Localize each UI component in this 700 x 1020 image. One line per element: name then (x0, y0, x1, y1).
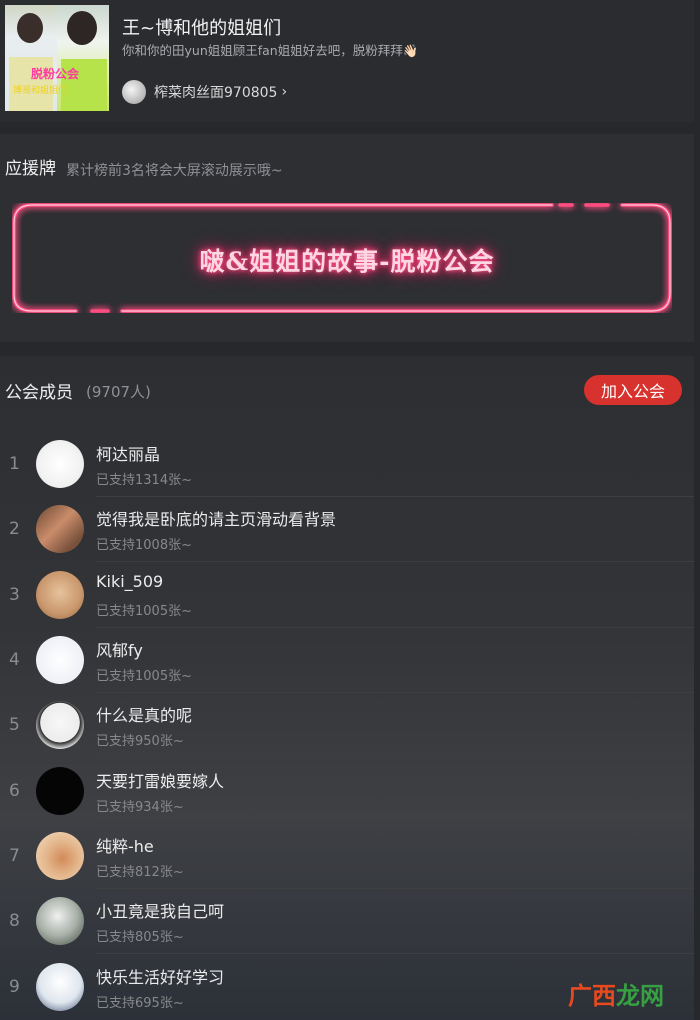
guild-title: 王~博和他的姐姐们 (122, 18, 282, 39)
row-divider (96, 561, 694, 562)
member-support-count: 已支持812张~ (96, 865, 184, 880)
member-rank: 9 (9, 977, 20, 997)
member-rank: 8 (9, 911, 20, 931)
site-watermark: 广西龙网 (568, 976, 664, 1011)
members-title: 公会成员 (5, 383, 73, 403)
member-avatar[interactable] (36, 897, 84, 945)
member-support-count: 已支持1005张~ (96, 669, 192, 684)
member-support-count: 已支持805张~ (96, 930, 184, 945)
cover-logo-subtext: 博哥和姐姐们 (13, 86, 68, 96)
guild-header: 脱粉公会 博哥和姐姐们 王~博和他的姐姐们 你和你的田yun姐姐顾王fan姐姐好… (0, 0, 694, 122)
member-support-count: 已支持1008张~ (96, 538, 192, 553)
watermark-part2: 龙网 (616, 982, 664, 1010)
member-name: 柯达丽晶 (96, 445, 161, 464)
member-rank: 3 (9, 585, 20, 605)
member-name: 天要打雷娘要嫁人 (96, 772, 225, 791)
chevron-right-icon: › (281, 84, 288, 100)
member-row[interactable]: 5 什么是真的呢 已支持950张~ (0, 693, 694, 758)
member-avatar[interactable] (36, 636, 84, 684)
member-row[interactable]: 8 小丑竟是我自己呵 已支持805张~ (0, 889, 694, 954)
member-avatar[interactable] (36, 767, 84, 815)
creator-name: 榨菜肉丝面970805 (154, 85, 278, 101)
watermark-part1: 广西 (568, 982, 616, 1010)
member-rank: 6 (9, 781, 20, 801)
member-rank: 7 (9, 846, 20, 866)
guild-cover-image[interactable]: 脱粉公会 博哥和姐姐们 (5, 5, 109, 111)
creator-avatar (122, 80, 146, 104)
member-avatar[interactable] (36, 571, 84, 619)
members-count: (9707人) (86, 383, 151, 401)
badge-section-note: 累计榜前3名将会大屏滚动展示哦~ (66, 163, 283, 179)
badge-section-title: 应援牌 (5, 159, 56, 179)
member-row[interactable]: 6 天要打雷娘要嫁人 已支持934张~ (0, 759, 694, 824)
member-name: 小丑竟是我自己呵 (96, 902, 225, 921)
member-avatar[interactable] (36, 505, 84, 553)
member-name: 什么是真的呢 (96, 706, 193, 725)
member-rank: 4 (9, 650, 20, 670)
member-support-count: 已支持934张~ (96, 800, 184, 815)
member-row[interactable]: 2 觉得我是卧底的请主页滑动看背景 已支持1008张~ (0, 497, 694, 562)
member-name: 风郁fy (96, 641, 143, 660)
member-row[interactable]: 4 风郁fy 已支持1005张~ (0, 628, 694, 693)
member-row[interactable]: 1 柯达丽晶 已支持1314张~ (0, 432, 694, 497)
member-avatar[interactable] (36, 701, 84, 749)
member-name: Kiki_509 (96, 572, 164, 591)
member-support-count: 已支持950张~ (96, 734, 184, 749)
row-divider (96, 757, 694, 758)
member-row[interactable]: 7 纯粹-he 已支持812张~ (0, 824, 694, 889)
neon-badge-text: 啵&姐姐的故事-脱粉公会 (199, 247, 495, 276)
member-name: 纯粹-he (96, 837, 154, 856)
row-divider (96, 953, 694, 954)
member-support-count: 已支持1314张~ (96, 473, 192, 488)
guild-description: 你和你的田yun姐姐顾王fan姐姐好去吧，脱粉拜拜👋🏻 (122, 43, 419, 58)
guild-creator-link[interactable]: 榨菜肉丝面970805 › (122, 80, 287, 104)
cover-logo-text: 脱粉公会 (31, 67, 80, 81)
join-guild-button[interactable]: 加入公会 (584, 375, 682, 405)
member-avatar[interactable] (36, 440, 84, 488)
member-name: 快乐生活好好学习 (96, 968, 225, 987)
member-support-count: 已支持695张~ (96, 996, 184, 1011)
member-support-count: 已支持1005张~ (96, 604, 192, 619)
member-rank: 1 (9, 454, 20, 474)
member-avatar[interactable] (36, 832, 84, 880)
member-rank: 5 (9, 715, 20, 735)
member-row[interactable]: 3 Kiki_509 已支持1005张~ (0, 563, 694, 628)
member-avatar[interactable] (36, 963, 84, 1011)
member-name: 觉得我是卧底的请主页滑动看背景 (96, 510, 337, 529)
member-rank: 2 (9, 519, 20, 539)
